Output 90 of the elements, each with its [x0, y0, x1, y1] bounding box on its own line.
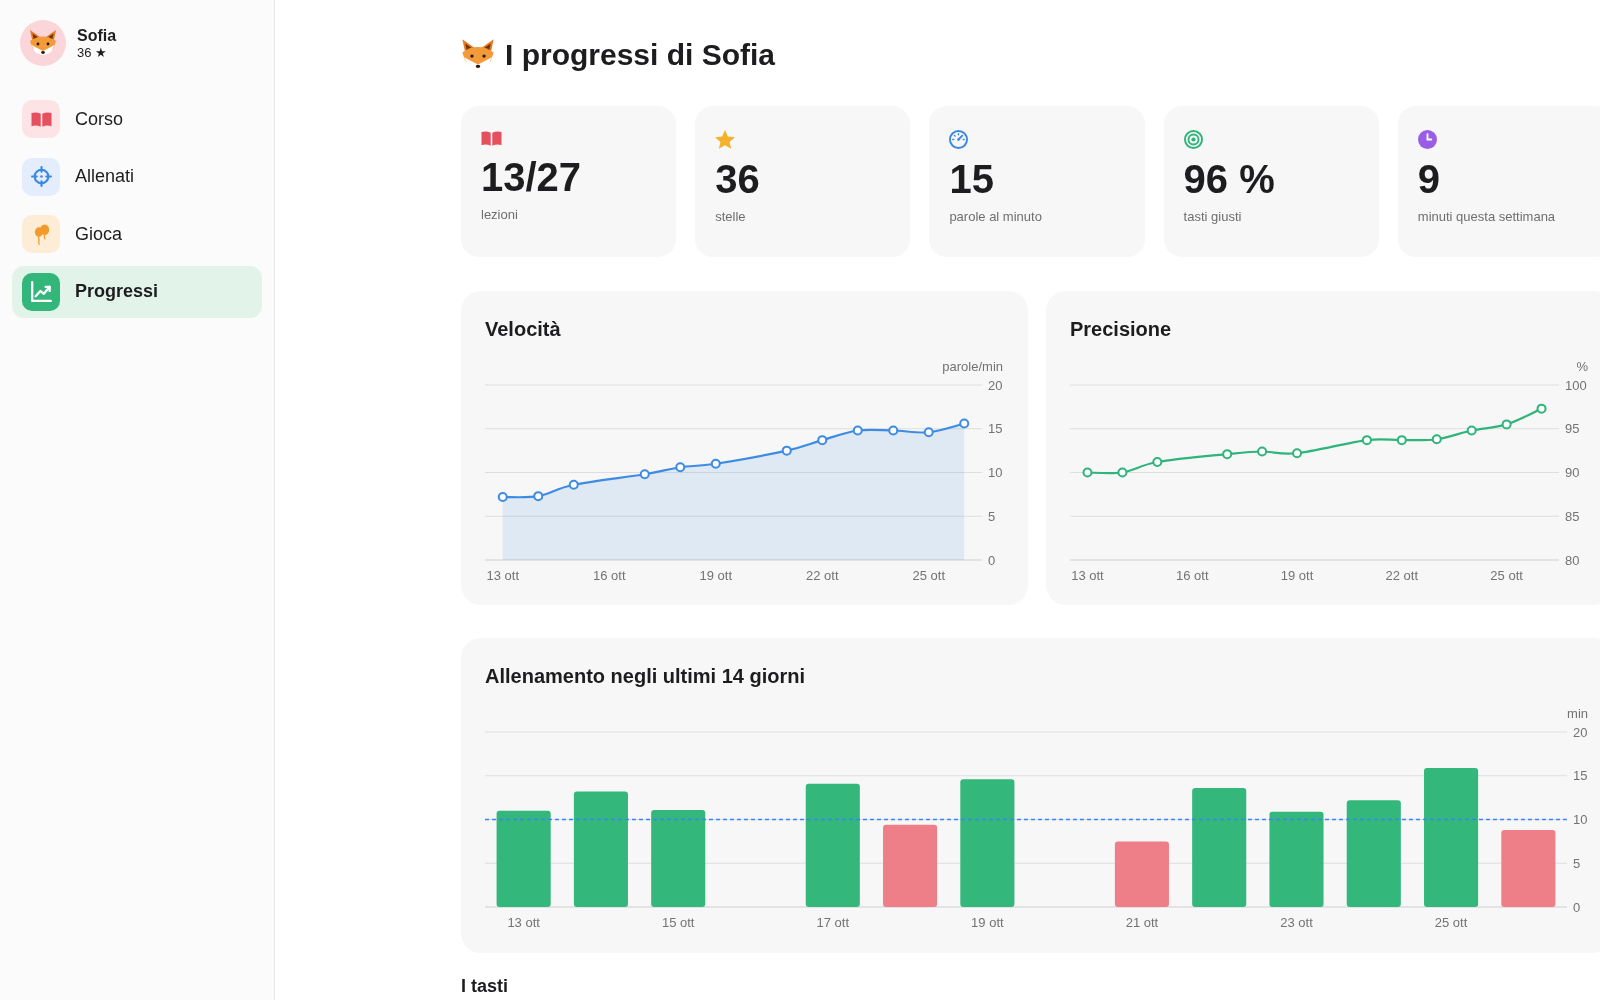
- data-point: [1257, 446, 1268, 457]
- axis-tick-label: 19 ott: [1280, 568, 1314, 583]
- axis-tick-label: 25 ott: [1490, 568, 1523, 583]
- data-point: [888, 425, 899, 436]
- axis-tick-label: 25 ott: [912, 568, 945, 583]
- target-icon: [1183, 130, 1203, 149]
- axis-tick-label: 13 ott: [1071, 568, 1104, 583]
- star-count: 36 ★: [77, 44, 109, 61]
- axis-tick-label: 5: [1573, 855, 1581, 871]
- data-point: [568, 479, 579, 490]
- data-point: [675, 462, 686, 473]
- data-point: [1396, 435, 1407, 446]
- data-point: [533, 491, 544, 502]
- axis-tick-label: 15: [988, 421, 1003, 437]
- axis-tick-label: 10: [988, 465, 1003, 480]
- axis-unit-label: min: [1567, 706, 1588, 721]
- data-point: [1501, 419, 1512, 430]
- data-point: [1536, 403, 1547, 414]
- axis-tick-label: 13 ott: [486, 568, 519, 583]
- axis-tick-label: 95: [1565, 421, 1580, 437]
- axis-tick-label: 22 ott: [806, 568, 839, 583]
- axis-tick-label: 22 ott: [1385, 568, 1419, 583]
- stat-value: 9: [1417, 157, 1442, 201]
- chart-title: Allenamento negli ultimi 14 giorni: [485, 664, 807, 688]
- axis-tick-label: 90: [1565, 465, 1580, 480]
- chart-icon: [22, 272, 60, 311]
- section-title: I tasti: [461, 975, 509, 997]
- star-icon: [715, 130, 736, 149]
- axis-tick-label: 21 ott: [1125, 915, 1159, 930]
- data-point: [639, 469, 650, 480]
- crosshair-icon: [22, 157, 60, 196]
- fox-icon: [29, 28, 57, 58]
- axis-tick-label: 5: [988, 508, 996, 524]
- axis-tick-label: 25 ott: [1434, 915, 1468, 930]
- axis-tick-label: 15: [1573, 768, 1588, 784]
- nav-item[interactable]: Progressi: [12, 265, 262, 318]
- axis-tick-label: 0: [1573, 899, 1581, 915]
- stat-value: 36: [715, 157, 761, 201]
- stat-value: 13/27: [481, 155, 583, 199]
- axis-tick-label: 85: [1565, 508, 1580, 524]
- axis-tick-label: 80: [1565, 552, 1580, 568]
- nav-item[interactable]: Gioca: [12, 208, 262, 260]
- data-point: [781, 445, 792, 456]
- axis-tick-label: 20: [988, 377, 1003, 393]
- axis-tick-label: 0: [988, 552, 996, 568]
- axis-tick-label: 15 ott: [661, 915, 695, 930]
- axis-tick-label: 16 ott: [593, 568, 626, 583]
- data-point: [1082, 467, 1093, 478]
- axis-tick-label: 23 ott: [1280, 915, 1313, 930]
- chart-title: Precisione: [1070, 317, 1173, 341]
- data-point: [959, 418, 970, 429]
- data-point: [852, 425, 863, 436]
- stat-label: tasti giusti: [1183, 209, 1243, 225]
- data-point: [1152, 457, 1163, 467]
- profile-name: Sofia: [77, 25, 117, 45]
- gauge-icon: [949, 130, 969, 149]
- balloons-icon: [22, 215, 60, 253]
- stat-value: 15: [949, 157, 995, 201]
- stat-label: stelle: [715, 209, 747, 225]
- stat-label: minuti questa settimana: [1417, 209, 1557, 225]
- axis-unit-label: %: [1576, 359, 1588, 374]
- axis-unit-label: parole/min: [942, 359, 1003, 374]
- nav-item[interactable]: Corso: [12, 93, 262, 145]
- axis-tick-label: 19 ott: [971, 915, 1004, 930]
- data-point: [1222, 449, 1233, 460]
- axis-tick-label: 19 ott: [699, 568, 732, 583]
- axis-tick-label: 100: [1565, 377, 1587, 393]
- clock-icon: [1417, 130, 1437, 149]
- data-point: [497, 492, 508, 502]
- data-point: [710, 458, 721, 469]
- nav-item[interactable]: Allenati: [12, 150, 262, 203]
- data-point: [1466, 425, 1477, 436]
- page-title: I progressi di Sofia: [505, 37, 776, 73]
- axis-tick-label: 10: [1573, 812, 1588, 827]
- stat-label: lezioni: [481, 207, 519, 223]
- axis-tick-label: 17 ott: [816, 915, 850, 930]
- data-point: [1292, 448, 1303, 459]
- stat-value: 96 %: [1183, 157, 1276, 201]
- axis-tick-label: 16 ott: [1176, 568, 1209, 583]
- data-point: [817, 435, 828, 446]
- axis-tick-label: 20: [1573, 724, 1588, 740]
- book-icon: [22, 100, 60, 138]
- data-point: [1361, 435, 1372, 446]
- axis-tick-label: 13 ott: [507, 915, 540, 930]
- data-point: [1431, 434, 1442, 445]
- book-icon: [481, 130, 502, 147]
- stat-label: parole al minuto: [949, 209, 1043, 225]
- data-point: [923, 427, 934, 438]
- data-point: [1117, 467, 1128, 478]
- chart-title: Velocità: [485, 317, 562, 341]
